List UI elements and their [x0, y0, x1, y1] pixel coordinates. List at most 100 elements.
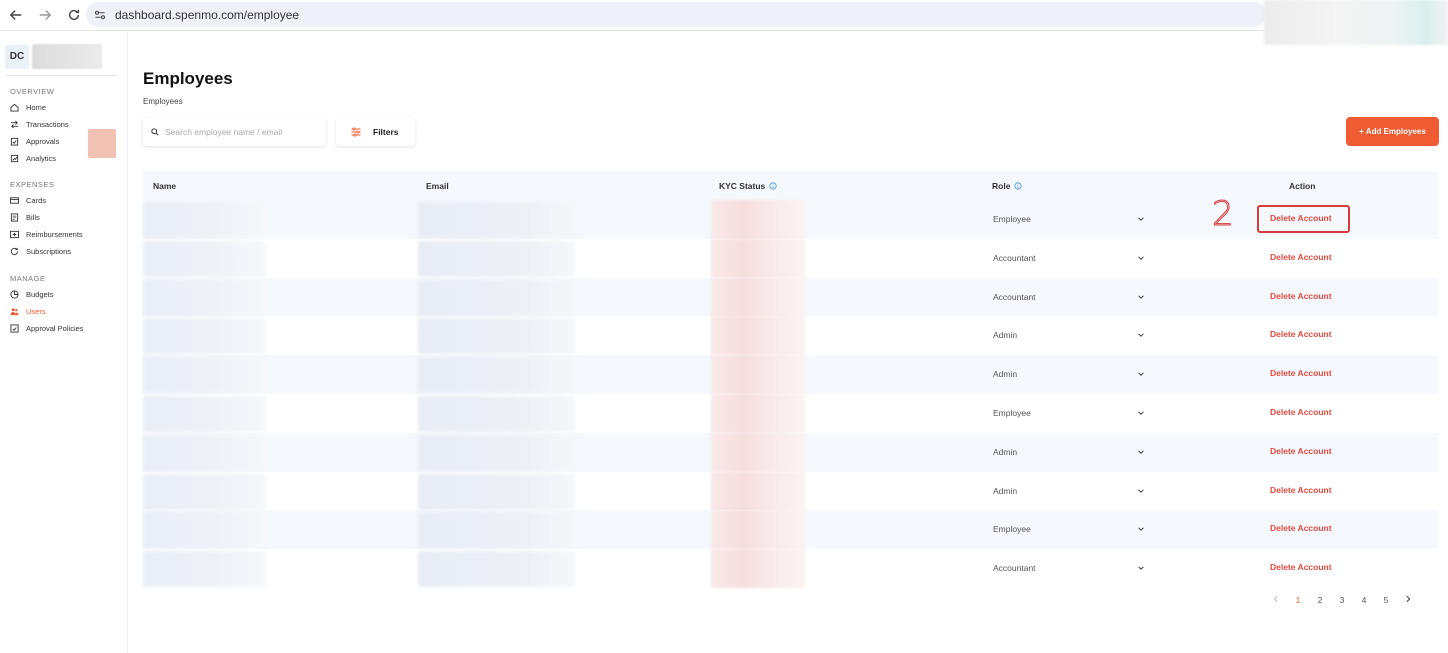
add-employees-button[interactable]: + Add Employees	[1346, 117, 1439, 146]
role-value[interactable]: Employee	[993, 408, 1031, 418]
site-settings-icon	[94, 10, 106, 19]
url-text: dashboard.spenmo.com/employee	[115, 7, 300, 22]
delete-account-button[interactable]: Delete Account	[1270, 291, 1332, 301]
forward-button[interactable]	[32, 2, 58, 28]
role-value[interactable]: Admin	[993, 447, 1017, 457]
redacted-email	[418, 512, 575, 549]
org-switcher[interactable]: DC	[5, 44, 102, 69]
next-page-button[interactable]	[1397, 595, 1419, 605]
chevron-down-icon[interactable]	[1137, 293, 1145, 301]
role-value[interactable]: Admin	[993, 486, 1017, 496]
delete-account-button[interactable]: Delete Account	[1270, 523, 1332, 533]
delete-account-button[interactable]: Delete Account	[1270, 252, 1332, 262]
redacted-name	[143, 434, 266, 471]
redacted-email	[418, 279, 575, 316]
delete-account-button[interactable]: Delete Account	[1270, 329, 1332, 339]
delete-account-button[interactable]: Delete Account	[1270, 562, 1332, 572]
sidebar-item-bills[interactable]: Bills	[10, 211, 40, 223]
info-icon[interactable]	[1014, 181, 1023, 190]
role-value[interactable]: Accountant	[993, 563, 1036, 573]
redacted-name	[143, 357, 266, 394]
role-value[interactable]: Employee	[993, 524, 1031, 534]
page-number[interactable]: 5	[1375, 595, 1397, 605]
page-numbers: 12345	[1287, 595, 1397, 605]
sidebar-item-users[interactable]: Users	[10, 305, 46, 317]
org-avatar: DC	[5, 44, 29, 69]
annotation-highlight-box	[1257, 205, 1350, 233]
approval-policies-icon	[10, 323, 19, 333]
table-row: Admin Delete Account	[143, 355, 1439, 395]
sidebar-item-label: Bills	[26, 212, 40, 222]
reload-button[interactable]	[61, 2, 87, 28]
filters-button[interactable]: Filters	[336, 117, 415, 146]
subscriptions-icon	[10, 247, 19, 255]
redacted-org-name	[32, 44, 102, 69]
section-title-overview: OVERVIEW	[10, 87, 55, 96]
redacted-profile-area	[1264, 0, 1448, 45]
redacted-email	[418, 395, 575, 432]
sidebar-item-label: Analytics	[26, 153, 57, 163]
sidebar-item-label: Reimbursements	[26, 229, 83, 239]
redacted-kyc-status	[711, 200, 805, 239]
sidebar-item-reimbursements[interactable]: Reimbursements	[10, 228, 83, 240]
redacted-kyc-status	[711, 432, 805, 472]
delete-account-button[interactable]: Delete Account	[1270, 446, 1332, 456]
analytics-icon	[10, 154, 19, 162]
sidebar-item-transactions[interactable]: Transactions	[10, 118, 69, 130]
chevron-down-icon[interactable]	[1137, 331, 1145, 339]
search-box[interactable]	[143, 117, 326, 146]
sidebar-item-subscriptions[interactable]: Subscriptions	[10, 245, 71, 257]
sidebar-item-home[interactable]: Home	[10, 101, 46, 113]
page-title: Employees	[143, 69, 233, 88]
chevron-down-icon[interactable]	[1137, 370, 1145, 378]
role-value[interactable]: Accountant	[993, 292, 1036, 302]
sidebar-item-budgets[interactable]: Budgets	[10, 288, 54, 300]
chevron-down-icon[interactable]	[1137, 525, 1145, 533]
chevron-down-icon[interactable]	[1137, 254, 1145, 262]
back-button[interactable]	[3, 2, 29, 28]
sidebar-item-cards[interactable]: Cards	[10, 194, 46, 206]
chevron-down-icon[interactable]	[1137, 448, 1145, 456]
role-value[interactable]: Admin	[993, 369, 1017, 379]
prev-page-button[interactable]	[1265, 595, 1287, 605]
sidebar-item-approval-policies[interactable]: Approval Policies	[10, 322, 84, 334]
redacted-name	[143, 202, 266, 238]
page-number[interactable]: 4	[1353, 595, 1375, 605]
browser-toolbar: dashboard.spenmo.com/employee	[0, 0, 1448, 45]
info-icon[interactable]	[769, 181, 777, 190]
column-header-kyc: KYC Status	[719, 181, 777, 191]
redacted-email	[418, 240, 575, 277]
column-header-kyc-label: KYC Status	[719, 180, 766, 191]
section-title-manage: MANAGE	[10, 274, 46, 283]
chevron-down-icon[interactable]	[1137, 487, 1145, 495]
bills-icon	[10, 212, 19, 222]
redacted-kyc-status	[711, 277, 805, 317]
sidebar-item-approvals[interactable]: Approvals	[10, 135, 59, 147]
delete-account-button[interactable]: Delete Account	[1270, 407, 1332, 417]
delete-account-button[interactable]: Delete Account	[1270, 368, 1332, 378]
chevron-down-icon[interactable]	[1137, 215, 1145, 223]
address-bar[interactable]: dashboard.spenmo.com/employee	[86, 2, 1266, 27]
redacted-kyc-status	[711, 393, 805, 433]
redacted-email	[418, 357, 575, 394]
page-number[interactable]: 2	[1309, 595, 1331, 605]
filters-label: Filters	[373, 126, 399, 137]
table-row: Accountant Delete Account	[143, 277, 1439, 317]
role-value[interactable]: Admin	[993, 330, 1017, 340]
reimbursements-icon	[10, 230, 19, 238]
redacted-badge	[88, 129, 116, 158]
chevron-down-icon[interactable]	[1137, 564, 1145, 572]
chevron-down-icon[interactable]	[1137, 409, 1145, 417]
chevron-right-icon	[1406, 595, 1411, 603]
page-number[interactable]: 3	[1331, 595, 1353, 605]
sidebar-item-label: Users	[26, 306, 46, 316]
arrow-right-icon	[39, 10, 52, 20]
reload-icon	[68, 9, 80, 21]
sidebar-item-analytics[interactable]: Analytics	[10, 152, 56, 164]
role-value[interactable]: Employee	[993, 214, 1031, 224]
delete-account-button[interactable]: Delete Account	[1270, 485, 1332, 495]
role-value[interactable]: Accountant	[993, 253, 1036, 263]
table-body: Employee Delete Account Accountant Delete A…	[143, 200, 1439, 589]
page-number[interactable]: 1	[1287, 595, 1309, 605]
search-input[interactable]	[165, 126, 315, 137]
